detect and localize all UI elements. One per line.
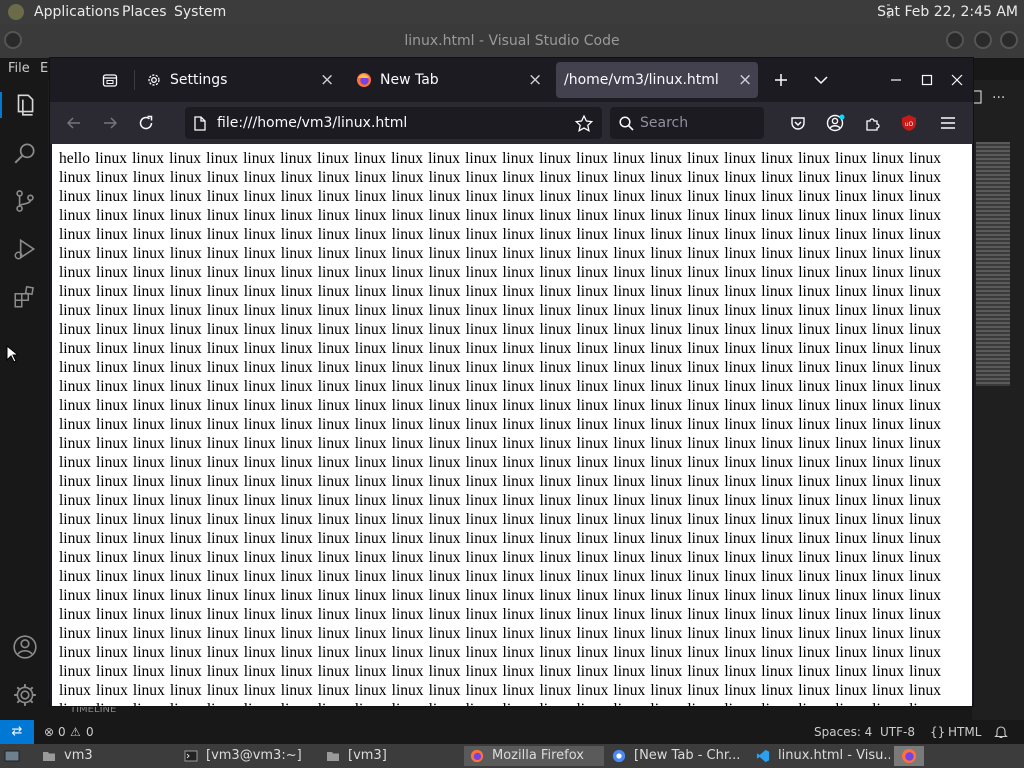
active-indicator [0,92,2,118]
firefox-icon [357,73,371,87]
forward-arrow-icon[interactable] [102,115,118,131]
firefox-view-icon[interactable] [102,72,118,88]
minimap[interactable] [976,142,1010,386]
show-desktop-icon[interactable] [4,748,20,764]
taskbar-item-vscode[interactable]: linux.html - Visu... [750,746,890,766]
vscode-titlebar[interactable]: linux.html - Visual Studio Code [0,24,1024,58]
menu-file[interactable]: File [8,61,30,76]
tab-linux-html[interactable]: /home/vm3/linux.html × [556,62,758,98]
menu-edit[interactable]: E [40,61,48,76]
maximize-icon[interactable] [974,31,992,49]
search-icon [619,116,634,131]
tab-separator [134,70,135,90]
taskbar-item-terminal[interactable]: [vm3@vm3:~] [178,746,318,766]
errors-icon[interactable]: ⊗ [44,725,54,739]
distro-logo-icon[interactable] [8,4,24,20]
accounts-icon[interactable] [12,634,38,660]
language-mode[interactable]: HTML [948,725,981,739]
taskbar-item-chrome[interactable]: [New Tab - Chr... [606,746,746,766]
taskbar: vm3 [vm3@vm3:~] [vm3] Mozilla Firefox [N… [0,744,1024,768]
reload-icon[interactable] [138,115,154,131]
tab-new-tab[interactable]: New Tab × [348,62,548,98]
chrome-icon [612,749,626,763]
remote-indicator-icon[interactable]: ⇄ [0,720,34,744]
indentation-status[interactable]: Spaces: 4 [814,725,872,739]
gear-icon [148,74,160,86]
folder-icon [327,752,339,761]
mouse-cursor-icon [6,345,18,363]
more-actions-icon[interactable]: ... [992,86,1005,102]
extensions-puzzle-icon[interactable] [864,115,880,131]
terminal-icon [184,750,198,762]
warnings-count[interactable]: 0 [86,725,94,739]
list-all-tabs-chevron-icon[interactable] [814,75,828,85]
split-editor-icon[interactable] [972,90,982,104]
new-tab-plus-icon[interactable] [774,73,788,87]
source-control-icon[interactable] [12,188,38,214]
close-window-icon[interactable] [951,74,963,86]
taskbar-item-files[interactable]: [vm3] [320,746,460,766]
pocket-icon[interactable] [790,115,806,131]
firefox-tabstrip: Settings × New Tab × /home/vm3/linux.htm… [50,58,973,102]
places-menu[interactable]: Places [122,4,167,20]
folder-icon [43,752,55,761]
vscode-icon [756,749,770,763]
taskbar-item-firefox[interactable]: Mozilla Firefox [464,746,604,766]
account-icon[interactable] [826,113,846,133]
extensions-icon[interactable] [12,284,38,310]
minimize-icon[interactable] [946,31,964,49]
tab-label: Settings [170,72,228,88]
system-menu[interactable]: System [174,4,226,20]
taskbar-item-label: linux.html - Visu... [778,748,890,763]
firefox-icon [902,749,916,763]
taskbar-item-vm3[interactable]: vm3 [36,746,176,766]
explorer-icon[interactable] [12,92,38,118]
tab-close-icon[interactable]: × [738,70,752,90]
clock[interactable]: Sat Feb 22, 2:45 AM [877,4,1018,20]
bookmark-star-icon[interactable] [575,115,593,132]
maximize-icon[interactable] [921,74,933,86]
taskbar-item-label: vm3 [64,748,93,763]
top-panel: Applications Places System Sat Feb 22, 2… [0,0,1024,24]
search-placeholder: Search [640,115,689,131]
taskbar-item-label: [vm3@vm3:~] [206,748,302,763]
taskbar-item-label: [New Tab - Chr... [634,748,741,763]
language-braces-icon[interactable]: {} [930,725,945,739]
minimize-icon[interactable] [890,74,902,86]
editor-right-area: ... [972,80,1024,720]
firefox-icon [470,749,484,763]
taskbar-item-label: [vm3] [348,748,387,763]
hamburger-menu-icon[interactable] [940,116,956,130]
tab-label: /home/vm3/linux.html [564,72,719,88]
applications-menu[interactable]: Applications [34,4,120,20]
status-bar: ⇄ ⊗ 0 ⚠ 0 Spaces: 4 UTF-8 {} HTML [0,720,1024,744]
notifications-bell-icon[interactable] [994,725,1008,739]
vscode-window-title: linux.html - Visual Studio Code [404,33,620,49]
close-icon[interactable] [1000,31,1018,49]
activity-bar [0,80,48,720]
encoding-status[interactable]: UTF-8 [880,725,915,739]
manage-gear-icon[interactable] [12,682,38,708]
firefox-navbar: file:///home/vm3/linux.html Search uO [50,102,973,144]
taskbar-item-label: Mozilla Firefox [492,748,584,763]
url-bar[interactable]: file:///home/vm3/linux.html [185,107,602,139]
search-box[interactable]: Search [610,107,764,139]
back-arrow-icon[interactable] [66,115,82,131]
url-text[interactable]: file:///home/vm3/linux.html [217,115,407,131]
svg-text:uO: uO [905,121,914,128]
tab-settings[interactable]: Settings × [138,62,338,98]
tab-close-icon[interactable]: × [528,70,542,90]
tab-label: New Tab [380,72,439,88]
tab-close-icon[interactable]: × [320,70,334,90]
search-icon[interactable] [12,140,38,166]
page-body-text: hello linux linux linux linux linux linu… [59,150,941,706]
warnings-icon[interactable]: ⚠ [70,725,81,739]
run-debug-icon[interactable] [12,236,38,262]
ublock-origin-icon[interactable]: uO [900,114,918,132]
workspace-switcher[interactable] [894,746,924,766]
page-document-icon[interactable] [193,116,207,131]
firefox-window: Settings × New Tab × /home/vm3/linux.htm… [50,58,973,706]
errors-count[interactable]: 0 [58,725,66,739]
page-content[interactable]: hello linux linux linux linux linux linu… [52,144,972,706]
